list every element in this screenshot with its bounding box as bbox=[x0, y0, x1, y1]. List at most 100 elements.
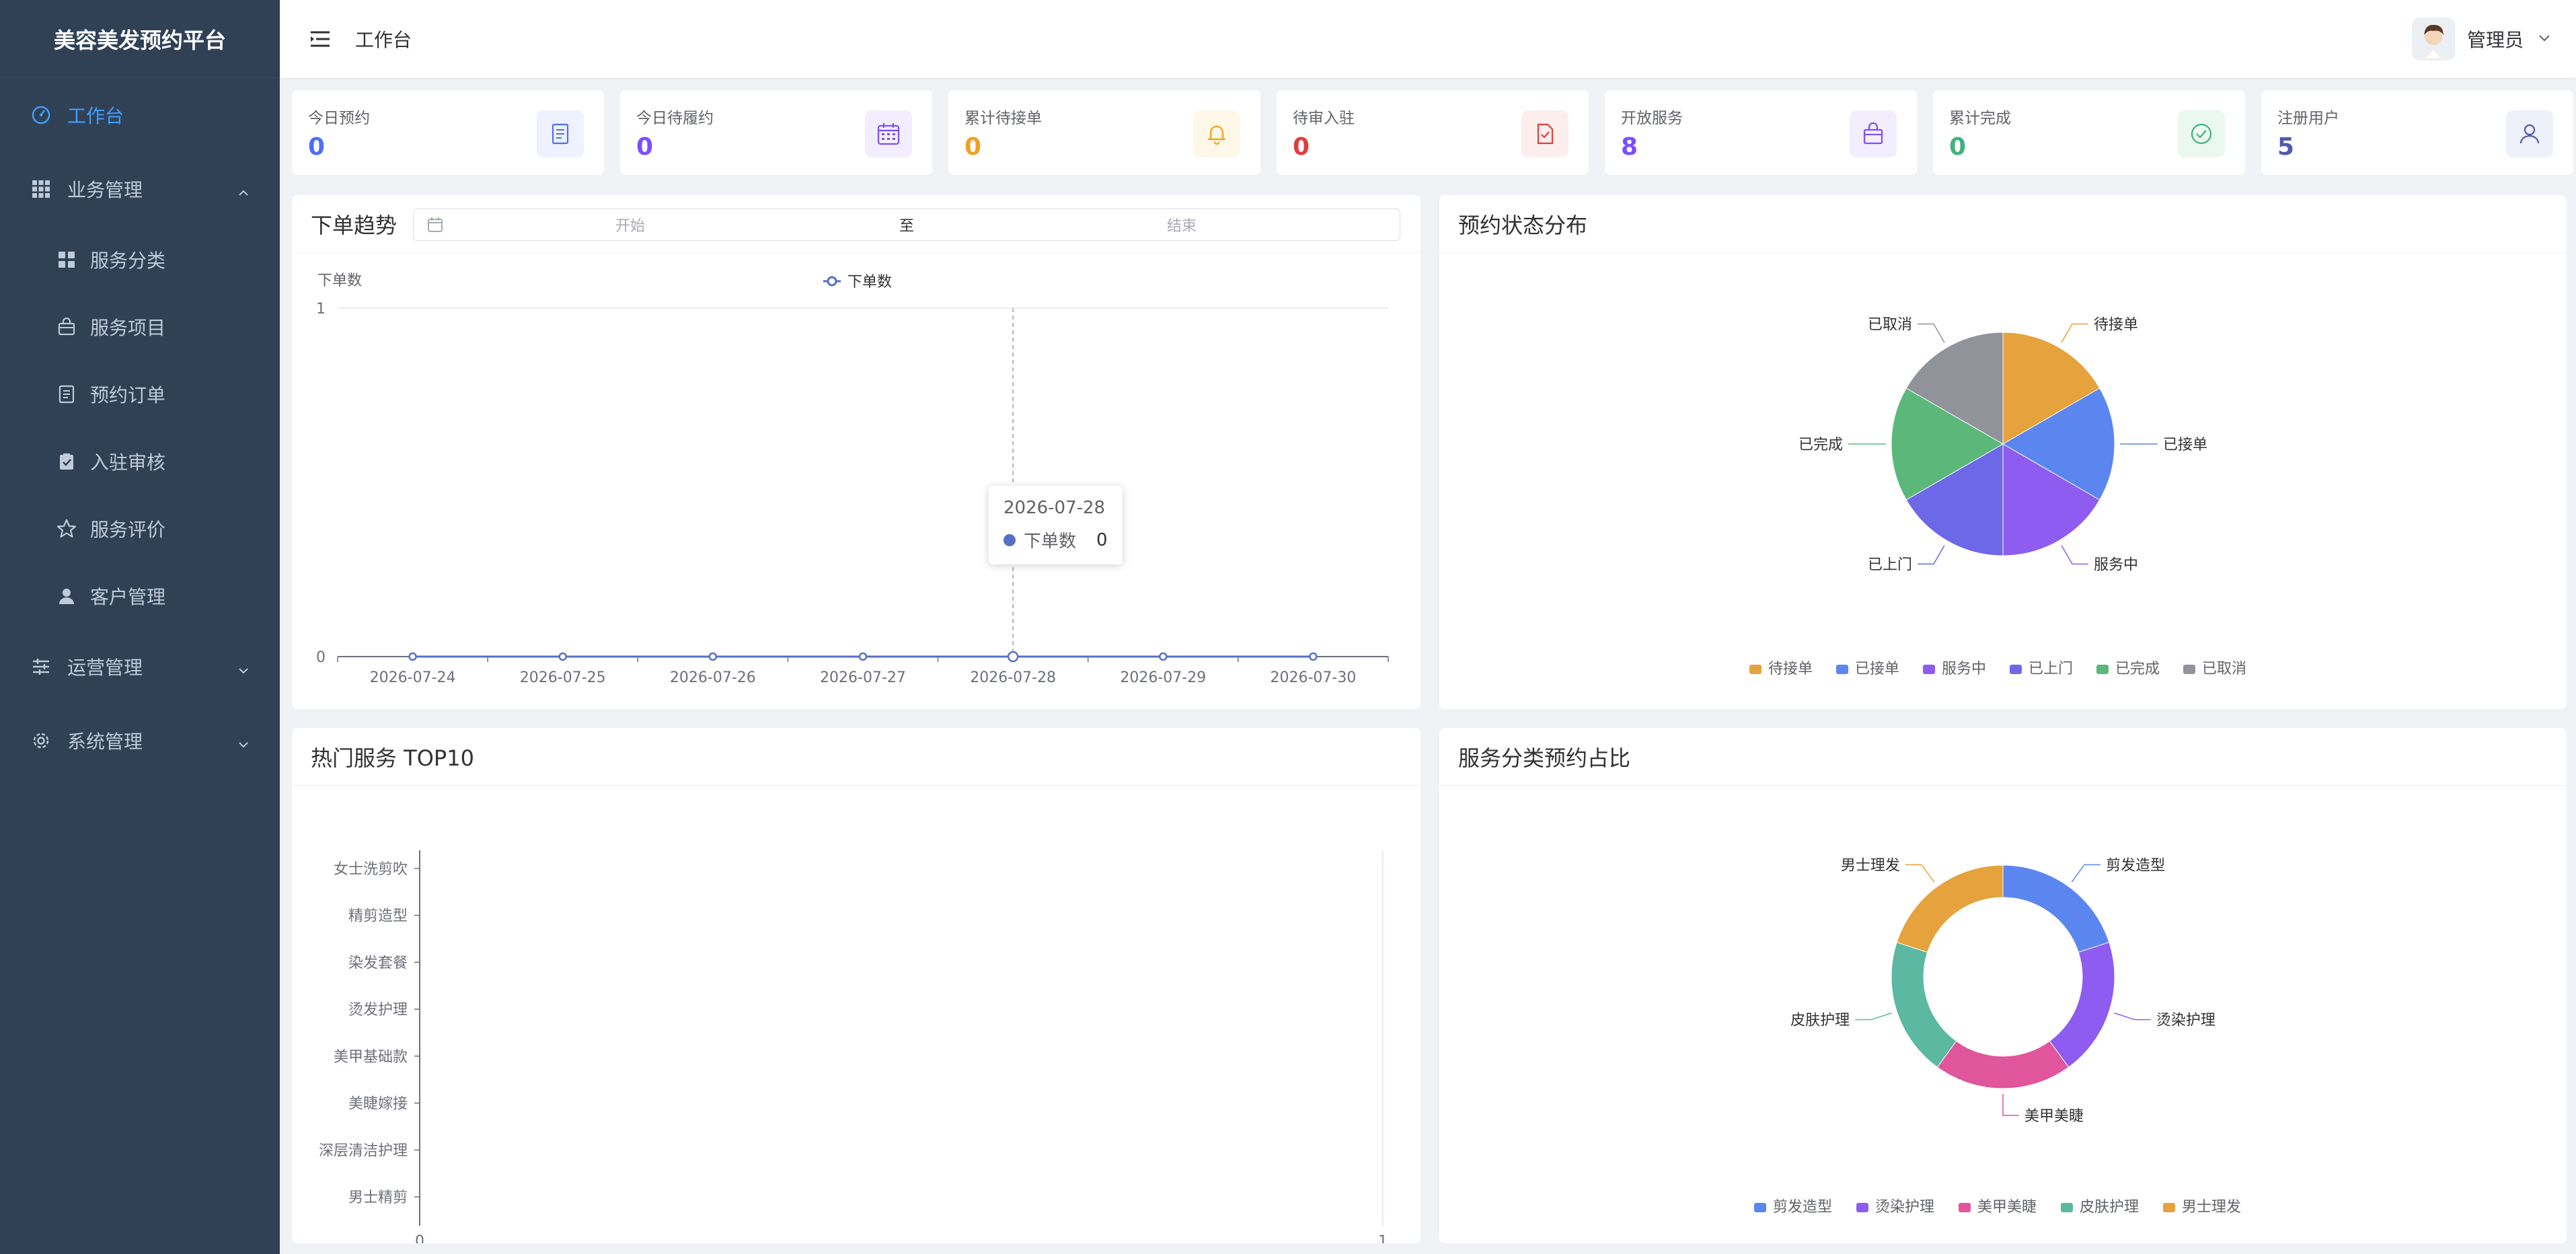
x-tick-label: 2026-07-26 bbox=[670, 669, 756, 686]
sidebar-item-label: 服务分类 bbox=[90, 250, 166, 272]
sidebar-item-label: 系统管理 bbox=[67, 731, 143, 753]
sidebar-item-dashboard[interactable]: 工作台 bbox=[0, 78, 280, 152]
category-panel-header: 服务分类预约占比 bbox=[1439, 728, 2567, 786]
y-tick-label: 染发套餐 bbox=[348, 955, 408, 971]
user-menu[interactable]: 管理员 bbox=[2411, 0, 2552, 78]
hamburger-icon[interactable] bbox=[308, 27, 332, 51]
start-date-input[interactable]: 开始 bbox=[615, 214, 645, 235]
sidebar-item-customers[interactable]: 客户管理 bbox=[0, 562, 280, 630]
legend-swatch bbox=[2163, 1203, 2175, 1212]
legend-swatch bbox=[2061, 1203, 2073, 1212]
legend-swatch bbox=[1749, 665, 1761, 674]
stat-card-registered-users[interactable]: 注册用户 5 bbox=[2261, 90, 2573, 175]
chart-legend: 剪发造型 烫染护理 美甲美睫 皮肤护理 男士理发 bbox=[1754, 1199, 2241, 1216]
tooltip-series: 下单数 bbox=[1024, 531, 1077, 552]
pie-slice bbox=[1936, 1040, 2070, 1089]
x-tick-label: 2026-07-30 bbox=[1270, 669, 1356, 686]
chevron-down-icon[interactable] bbox=[2537, 30, 2552, 48]
data-point bbox=[1007, 651, 1019, 663]
legend-label: 美甲美睫 bbox=[1977, 1199, 2037, 1216]
bell-icon bbox=[1193, 110, 1240, 157]
panel-title: 服务分类预约占比 bbox=[1458, 745, 1631, 771]
legend-label: 服务中 bbox=[1942, 661, 1986, 677]
trend-line-chart[interactable]: 下单数 下单数012026-07-24 2026-07-25 2026-07-26 20… bbox=[292, 253, 1420, 709]
x-tick-label: 2026-07-24 bbox=[370, 669, 456, 686]
end-date-input[interactable]: 结束 bbox=[1167, 214, 1197, 235]
stat-card-total-completed[interactable]: 累计完成 0 bbox=[1933, 90, 2245, 175]
stat-card-today-pending[interactable]: 今日待履约 0 bbox=[620, 90, 932, 175]
sidebar-item-label: 入驻审核 bbox=[90, 451, 166, 474]
avatar[interactable] bbox=[2411, 17, 2455, 61]
category-donut-chart[interactable]: 剪发造型烫染护理美甲美睫皮肤护理男士理发剪发造型 烫染护理 美甲美睫 皮肤护理 男士理发 bbox=[1439, 786, 2567, 1243]
pie-slice bbox=[1896, 864, 2004, 953]
status-pie-chart[interactable]: 待接单已接单服务中已上门已完成已取消待接单 已接单 服务中 已上门 已完成 已取消 bbox=[1439, 253, 2567, 709]
stat-card-total-pending[interactable]: 累计待接单 0 bbox=[948, 90, 1260, 175]
category-panel: 服务分类预约占比 剪发造型 烫染护理 美甲美睫 皮肤护理 男士理发 剪发造型 烫染护理 美甲美… bbox=[1439, 728, 2567, 1243]
legend-label: 已取消 bbox=[2202, 661, 2246, 677]
file-check-icon bbox=[1521, 110, 1568, 157]
y-tick-label: 精剪造型 bbox=[348, 908, 408, 925]
legend-label: 烫染护理 bbox=[1875, 1199, 1934, 1216]
sidebar: 美容美发预约平台 工作台 业务管理 服务分类 服务项目 预约订单 入驻审核 服务… bbox=[0, 0, 280, 1254]
stat-card-pending-review[interactable]: 待审入驻 0 bbox=[1277, 90, 1589, 175]
x-tick-label: 2026-07-25 bbox=[520, 669, 606, 686]
document-icon bbox=[56, 384, 77, 404]
data-point bbox=[1159, 652, 1168, 661]
data-point bbox=[708, 652, 718, 661]
category-icon bbox=[56, 250, 77, 270]
date-range-picker[interactable]: 开始 至 结束 bbox=[413, 209, 1400, 241]
username[interactable]: 管理员 bbox=[2467, 26, 2524, 52]
breadcrumb: 工作台 bbox=[355, 29, 412, 51]
x-tick-label: 1 bbox=[1378, 1233, 1388, 1243]
x-tick-label: 0 bbox=[415, 1233, 424, 1243]
chevron-up-icon bbox=[237, 182, 250, 196]
chart-legend: 待接单 已接单 服务中 已上门 已完成 已取消 bbox=[1749, 661, 2246, 677]
y-axis-label: 下单数 bbox=[317, 272, 362, 289]
sidebar-item-system[interactable]: 系统管理 bbox=[0, 704, 280, 778]
legend-label: 剪发造型 bbox=[1773, 1199, 1832, 1216]
slice-label: 已取消 bbox=[1868, 317, 1912, 334]
panel-title: 下单趋势 bbox=[311, 212, 397, 238]
stat-card-today-bookings[interactable]: 今日预约 0 bbox=[292, 90, 604, 175]
grid-icon bbox=[30, 178, 52, 200]
trend-panel: 下单趋势 开始 至 结束 下单数 下单数 0 1 2026-07-24 2026-07-2… bbox=[292, 195, 1420, 709]
slice-label: 已接单 bbox=[2163, 437, 2207, 453]
legend-swatch bbox=[1856, 1203, 1868, 1212]
slice-label: 美甲美睫 bbox=[2024, 1108, 2084, 1125]
legend-swatch bbox=[1959, 1203, 1971, 1212]
y-tick-label: 女士洗剪吹 bbox=[334, 861, 408, 878]
leader-line bbox=[1855, 1012, 1892, 1021]
slice-label: 烫染护理 bbox=[2156, 1012, 2215, 1029]
sidebar-item-rating[interactable]: 服务评价 bbox=[0, 495, 280, 562]
pie-slice bbox=[1891, 942, 1957, 1068]
slice-label: 已上门 bbox=[1868, 556, 1912, 573]
leader-line bbox=[1918, 323, 1945, 343]
sidebar-item-business[interactable]: 业务管理 bbox=[0, 152, 280, 226]
sidebar-item-service-category[interactable]: 服务分类 bbox=[0, 226, 280, 293]
leader-line bbox=[2114, 1012, 2151, 1021]
tooltip-value: 0 bbox=[1096, 529, 1108, 550]
top-services-bar-chart[interactable]: 女士洗剪吹精剪造型染发套餐烫发护理美甲基础款美睫嫁接深层清洁护理男士精剪 0 1 bbox=[292, 786, 1420, 1243]
legend-label: 皮肤护理 bbox=[2080, 1199, 2139, 1216]
y-tick-label: 深层清洁护理 bbox=[319, 1142, 408, 1159]
status-panel-header: 预约状态分布 bbox=[1439, 195, 2567, 253]
chart-legend: 下单数 bbox=[823, 274, 892, 291]
gear-icon bbox=[30, 729, 52, 752]
clipboard-check-icon bbox=[56, 451, 77, 472]
calendar-icon bbox=[426, 215, 445, 234]
sidebar-item-label: 工作台 bbox=[67, 105, 124, 127]
legend-label: 已上门 bbox=[2029, 661, 2073, 677]
top-services-panel: 热门服务 TOP10 女士洗剪吹 精剪造型 染发套餐 烫发护理 美甲基础款 美睫嫁接 深层清… bbox=[292, 728, 1420, 1243]
legend-marker bbox=[827, 276, 837, 287]
leader-line bbox=[2061, 545, 2088, 565]
sidebar-item-review[interactable]: 入驻审核 bbox=[0, 428, 280, 495]
user-icon bbox=[2506, 110, 2553, 157]
sidebar-menu: 工作台 业务管理 服务分类 服务项目 预约订单 入驻审核 服务评价 客户管理 运… bbox=[0, 78, 280, 778]
bag-icon bbox=[1850, 110, 1897, 157]
stat-card-open-services[interactable]: 开放服务 8 bbox=[1605, 90, 1917, 175]
sidebar-item-orders[interactable]: 预约订单 bbox=[0, 361, 280, 428]
sidebar-item-operations[interactable]: 运营管理 bbox=[0, 630, 280, 704]
sidebar-item-service-items[interactable]: 服务项目 bbox=[0, 293, 280, 361]
legend-swatch bbox=[2183, 665, 2195, 674]
tooltip-date: 2026-07-28 bbox=[1003, 498, 1106, 518]
